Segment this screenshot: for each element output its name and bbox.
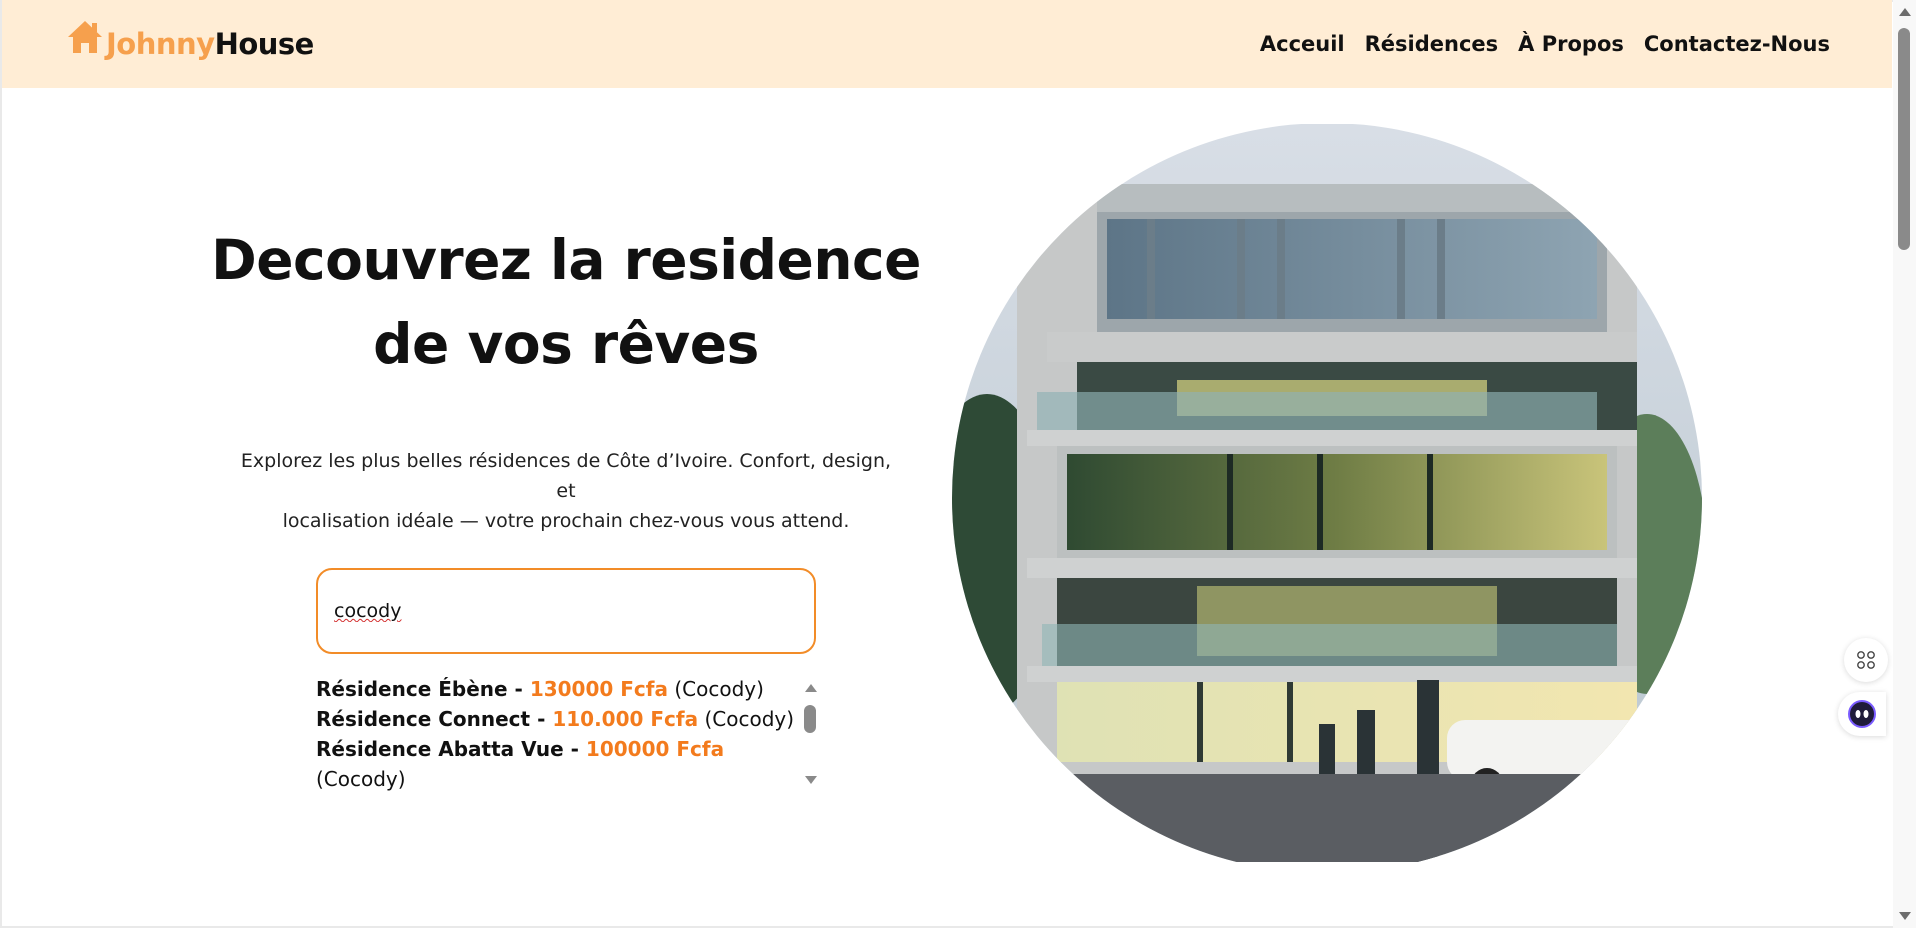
nav-link-contact[interactable]: Contactez-Nous <box>1644 32 1830 56</box>
results-scrollbar[interactable] <box>802 674 818 796</box>
house-icon <box>68 21 102 53</box>
scroll-up-arrow-icon[interactable] <box>805 684 817 692</box>
result-location: (Cocody) <box>316 767 406 791</box>
apps-grid-button[interactable] <box>1844 638 1888 682</box>
brand-logo[interactable]: JohnnyHouse <box>66 21 314 61</box>
hero-title-line1: Decouvrez la residence <box>211 228 921 292</box>
nav-link-accueil[interactable]: Acceuil <box>1260 32 1345 56</box>
hero-subtitle-line1: Explorez les plus belles résidences de C… <box>240 450 892 502</box>
search-input[interactable] <box>334 591 798 631</box>
hero-subtitle: Explorez les plus belles résidences de C… <box>230 446 902 536</box>
page-scrollbar[interactable] <box>1893 0 1916 928</box>
brand-name: JohnnyHouse <box>106 27 314 61</box>
scroll-thumb[interactable] <box>804 705 816 733</box>
page-scroll-up-icon[interactable] <box>1899 8 1911 16</box>
result-location: (Cocody) <box>698 707 795 731</box>
assistant-face-icon <box>1848 700 1876 728</box>
results-list: Résidence Ébène - 130000 Fcfa (Cocody) R… <box>316 674 802 794</box>
search-results: Résidence Ébène - 130000 Fcfa (Cocody) R… <box>316 674 818 796</box>
result-price: 100000 Fcfa <box>585 737 725 761</box>
page-scroll-thumb[interactable] <box>1898 28 1910 250</box>
apps-grid-icon <box>1857 651 1875 669</box>
hero-building-image <box>952 124 1702 862</box>
brand-name-part2: House <box>214 27 315 61</box>
building-illustration <box>952 124 1702 862</box>
main-nav: Acceuil Résidences À Propos Contactez-No… <box>1260 32 1830 56</box>
result-price: 130000 Fcfa <box>529 677 668 701</box>
navbar: JohnnyHouse Acceuil Résidences À Propos … <box>2 0 1892 88</box>
nav-link-residences[interactable]: Résidences <box>1365 32 1499 56</box>
nav-link-a-propos[interactable]: À Propos <box>1518 32 1624 56</box>
page-scroll-down-icon[interactable] <box>1899 912 1911 920</box>
brand-name-part1: Johnny <box>106 27 215 61</box>
result-price: 110.000 Fcfa <box>552 707 699 731</box>
hero-subtitle-line2: localisation idéale — votre prochain che… <box>282 510 850 532</box>
scroll-down-arrow-icon[interactable] <box>805 776 817 784</box>
result-name: Résidence Abatta Vue - <box>316 737 586 761</box>
result-item-ebene[interactable]: Résidence Ébène - 130000 Fcfa (Cocody) <box>316 674 802 704</box>
hero-title: Decouvrez la residence de vos rêves <box>200 218 932 386</box>
result-name: Résidence Connect - <box>316 707 553 731</box>
result-location: (Cocody) <box>668 677 764 701</box>
search-box <box>316 568 816 654</box>
assistant-button[interactable] <box>1838 692 1886 736</box>
result-name: Résidence Ébène - <box>316 677 530 701</box>
result-item-connect[interactable]: Résidence Connect - 110.000 Fcfa (Cocody… <box>316 704 802 734</box>
hero-title-line2: de vos rêves <box>373 312 759 376</box>
result-item-abatta-vue[interactable]: Résidence Abatta Vue - 100000 Fcfa (Coco… <box>316 734 802 794</box>
